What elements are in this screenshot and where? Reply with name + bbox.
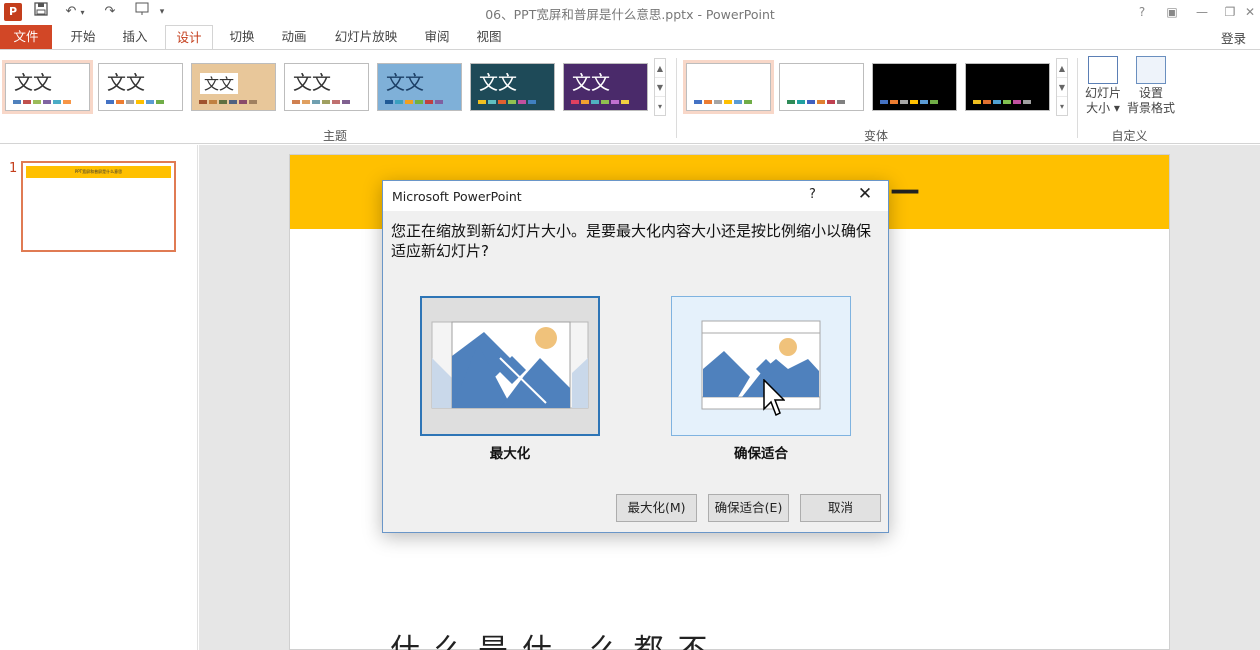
ensure-fit-option-label: 确保适合 — [734, 446, 788, 462]
group-divider — [676, 58, 677, 138]
variant-swatches — [973, 100, 1031, 104]
sign-in-link[interactable]: 登录 — [1221, 28, 1246, 47]
variant-4[interactable] — [965, 63, 1050, 111]
scroll-down-icon[interactable]: ▼ — [655, 78, 665, 97]
maximize-button[interactable]: 最大化(M) — [616, 494, 697, 522]
maximize-option-label: 最大化 — [489, 446, 531, 462]
themes-group-label: 主题 — [322, 129, 347, 143]
theme-swatches — [199, 100, 257, 104]
group-divider — [1077, 58, 1078, 138]
ribbon-display-icon[interactable]: ▣ — [1158, 2, 1186, 22]
variants-gallery-scroll[interactable]: ▲ ▼ ▾ — [1056, 58, 1068, 116]
dialog-titlebar: Microsoft PowerPoint ? ✕ — [383, 181, 888, 211]
theme-swatches — [106, 100, 164, 104]
tab-animations[interactable]: 动画 — [272, 25, 316, 49]
tab-slideshow[interactable]: 幻灯片放映 — [328, 25, 404, 49]
format-background-label-2: 背景格式 — [1126, 101, 1175, 115]
tab-transitions[interactable]: 切换 — [220, 25, 264, 49]
close-window-icon[interactable]: ✕ — [1240, 2, 1260, 22]
theme-swatches — [385, 100, 443, 104]
slide-size-label-2: 大小 ▾ — [1086, 101, 1120, 115]
scroll-up-icon[interactable]: ▲ — [655, 59, 665, 78]
theme-pattern[interactable]: 文文 — [377, 63, 462, 111]
customize-group-label: 自定义 — [1111, 129, 1148, 143]
slide-body-text[interactable]: 什么是什 么都不 — [390, 625, 722, 650]
dialog-message: 您正在缩放到新幻灯片大小。是要最大化内容大小还是按比例缩小以确保适应新幻灯片? — [391, 222, 872, 260]
format-background-button[interactable]: 设置 背景格式 — [1126, 56, 1176, 116]
theme-ion[interactable]: 文文 — [470, 63, 555, 111]
theme-office[interactable]: 文文 — [2, 60, 93, 114]
title-bar: P ↶ ▾ ↷ ▾ 06、PPT宽屏和普屏是什么意思.pptx - PowerP… — [0, 0, 1260, 25]
slide-size-icon — [1088, 56, 1118, 84]
maximize-option[interactable] — [420, 296, 600, 436]
ensure-fit-option[interactable] — [671, 296, 851, 436]
tab-insert[interactable]: 插入 — [112, 25, 158, 49]
ensure-fit-button[interactable]: 确保适合(E) — [708, 494, 789, 522]
slide-title-text[interactable]: — — [890, 173, 920, 208]
variant-3[interactable] — [872, 63, 957, 111]
slide-thumbnails-pane: 1 PPT宽屏和普屏是什么意思 — [0, 145, 198, 650]
dialog-close-icon[interactable]: ✕ — [853, 184, 877, 204]
dialog-title: Microsoft PowerPoint — [392, 189, 522, 204]
tab-view[interactable]: 视图 — [468, 25, 510, 49]
ribbon-tabs: 文件 开始 插入 设计 切换 动画 幻灯片放映 审阅 视图 — [0, 25, 1260, 50]
gallery-more-icon[interactable]: ▾ — [655, 97, 665, 116]
slide-size-button[interactable]: 幻灯片 大小 ▾ — [1082, 56, 1124, 116]
variant-swatches — [880, 100, 938, 104]
ensure-fit-illustration-icon — [701, 320, 821, 410]
themes-gallery-scroll[interactable]: ▲ ▼ ▾ — [654, 58, 666, 116]
format-background-icon — [1136, 56, 1166, 84]
scroll-up-icon[interactable]: ▲ — [1057, 59, 1067, 78]
theme-swatches — [13, 100, 71, 104]
theme-ion-boardroom[interactable]: 文文 — [563, 63, 648, 111]
slide-number: 1 — [9, 161, 18, 176]
tab-file[interactable]: 文件 — [0, 25, 52, 49]
variant-swatches — [787, 100, 845, 104]
tab-home[interactable]: 开始 — [60, 25, 106, 49]
thumbnail-title: PPT宽屏和普屏是什么意思 — [26, 166, 171, 178]
scroll-down-icon[interactable]: ▼ — [1057, 78, 1067, 97]
gallery-more-icon[interactable]: ▾ — [1057, 97, 1067, 116]
theme-wood[interactable]: 文文 — [191, 63, 276, 111]
variant-1[interactable] — [683, 60, 774, 114]
theme-gallery[interactable]: 文文 — [284, 63, 369, 111]
scale-content-dialog: Microsoft PowerPoint ? ✕ 您正在缩放到新幻灯片大小。是要… — [382, 180, 889, 533]
format-background-label-1: 设置 — [1138, 86, 1163, 100]
help-icon[interactable]: ? — [1128, 2, 1156, 22]
mouse-cursor-icon — [763, 379, 785, 417]
tab-design[interactable]: 设计 — [165, 25, 213, 50]
theme-swatches — [571, 100, 629, 104]
tab-review[interactable]: 审阅 — [416, 25, 458, 49]
variants-group-label: 变体 — [863, 129, 888, 143]
theme-swatches — [292, 100, 350, 104]
variant-swatches — [694, 100, 752, 104]
theme-swatches — [478, 100, 536, 104]
slide-size-label-1: 幻灯片 — [1084, 86, 1121, 100]
slide-thumbnail[interactable]: PPT宽屏和普屏是什么意思 — [21, 161, 176, 252]
dialog-help-icon[interactable]: ? — [809, 187, 816, 202]
minimize-icon[interactable]: — — [1188, 2, 1216, 22]
variant-2[interactable] — [779, 63, 864, 111]
ribbon-design: 文文 文文 文文 文文 文文 文文 文文 ▲ ▼ ▾ 主题 ▲ ▼ ▾ 变体 幻… — [0, 49, 1260, 144]
theme-office-2[interactable]: 文文 — [98, 63, 183, 111]
cancel-button[interactable]: 取消 — [800, 494, 881, 522]
maximize-illustration-icon — [431, 321, 589, 409]
window-title: 06、PPT宽屏和普屏是什么意思.pptx - PowerPoint — [485, 7, 775, 22]
